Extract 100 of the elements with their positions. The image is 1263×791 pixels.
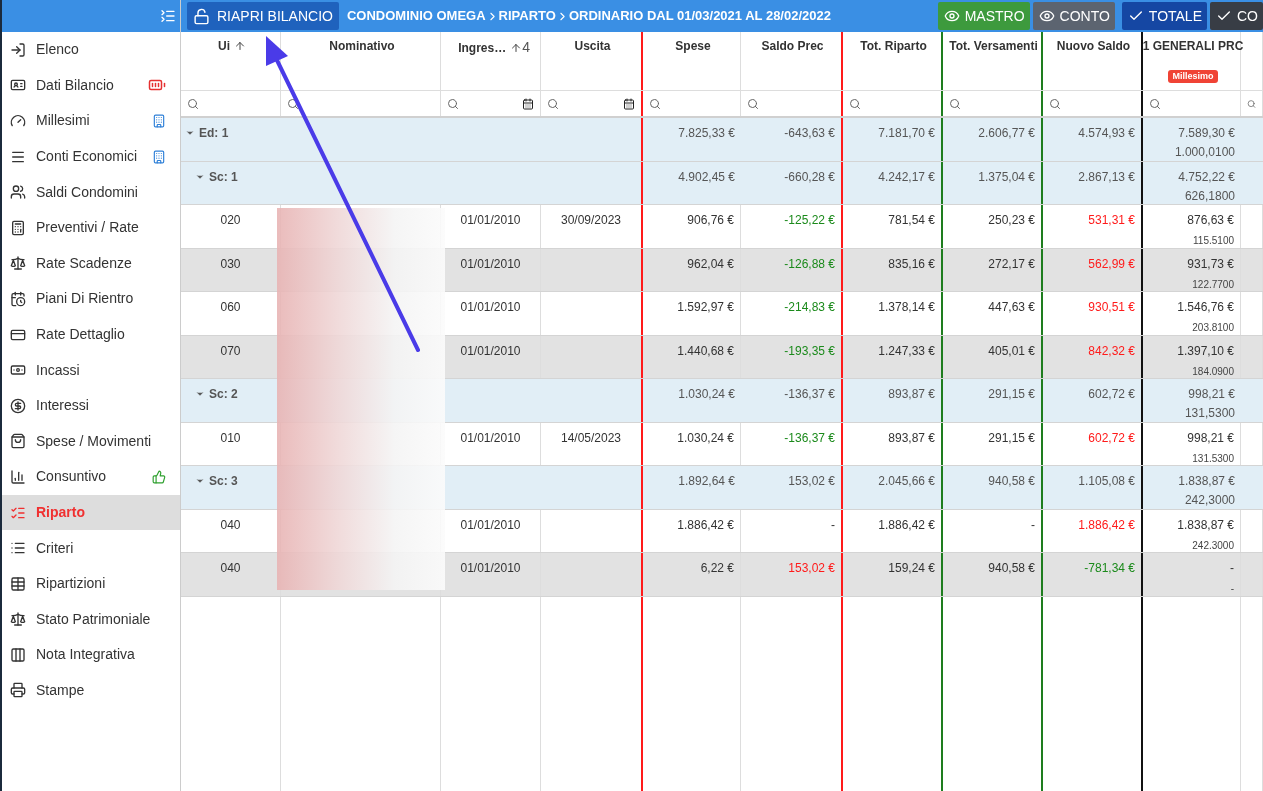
millesimi-value: 184.0900 (1192, 364, 1234, 379)
search-icon (187, 97, 199, 110)
toggle-button[interactable]: MASTRO (937, 2, 1030, 30)
millesimi-value: 626,1800 (1184, 187, 1235, 205)
sidebar-item[interactable]: Spese / Movimenti (2, 423, 180, 460)
table-cell-text: -193,35 € (784, 342, 835, 360)
table-cell-text: 1.440,68 € (677, 342, 734, 360)
sidebar-item[interactable]: Rate Scadenze (2, 245, 180, 282)
table-cell-text: 940,58 € (988, 473, 1035, 490)
collapse-menu-icon[interactable] (160, 8, 176, 24)
table-cell-text: 153,02 € (788, 473, 835, 490)
table-cell-text: 1.886,42 € (1078, 516, 1135, 534)
sidebar-item[interactable]: Preventivi / Rate (2, 209, 180, 246)
millesimi-value: 1.000,0100 (1174, 144, 1235, 161)
search-icon (287, 97, 299, 110)
table-cell-text: 01/01/2010 (460, 516, 521, 534)
amount: - (1230, 560, 1234, 577)
table-cell-text: 1.886,42 € (677, 516, 734, 534)
sidebar-item[interactable]: Stato Patrimoniale (2, 601, 180, 638)
menu-item-icon (10, 468, 26, 485)
millesimi-value: 131.5300 (1192, 451, 1234, 466)
table-cell-text: 250,23 € (988, 212, 1035, 229)
column-header[interactable]: Spese (675, 37, 711, 55)
sidebar-item[interactable]: Consuntivo (2, 459, 180, 495)
caret-icon (195, 476, 205, 486)
search-icon (747, 97, 759, 110)
table-cell-text: -136,37 € (784, 429, 835, 447)
sidebar-item[interactable]: Nota Integrativa (2, 637, 180, 673)
eye-icon (1038, 8, 1055, 24)
table-cell-text: 040 (220, 560, 241, 577)
group-label[interactable]: Ed: 1 (185, 124, 229, 142)
sidebar-item[interactable]: Conti Economici (2, 138, 180, 175)
millesimi-value: 122.7700 (1192, 277, 1234, 292)
sidebar-item[interactable]: Rate Dettaglio (2, 316, 180, 353)
sidebar-item[interactable]: Dati Bilancio (2, 67, 180, 104)
table-cell-text: -214,83 € (784, 299, 835, 316)
toggle-button[interactable]: CO (1210, 2, 1263, 30)
sidebar-item[interactable]: Ripartizioni (2, 565, 180, 602)
column-header[interactable]: 1 GENERALI PRC (1142, 37, 1244, 55)
table-cell-text: 060 (220, 299, 241, 316)
sidebar-item[interactable]: Millesimi (2, 103, 180, 139)
building-icon (152, 149, 166, 164)
group-label[interactable]: Sc: 2 (195, 385, 238, 403)
table-cell-text: 842,32 € (1088, 342, 1135, 360)
table-cell-text: 070 (220, 342, 241, 360)
table-cell-text: 893,87 € (888, 386, 935, 403)
table-cell-text: 1.105,08 € (1078, 473, 1135, 490)
table-cell-text: 010 (220, 429, 241, 447)
group-label[interactable]: Sc: 3 (195, 472, 238, 490)
millesimi-value: 115.5100 (1193, 234, 1234, 248)
table-cell-text: 01/01/2010 (460, 255, 521, 273)
menu-item-icon (10, 255, 26, 272)
calendar-icon (623, 97, 635, 110)
column-header[interactable]: Nominativo (329, 37, 395, 55)
group-label[interactable]: Sc: 1 (195, 167, 238, 186)
sidebar-item[interactable]: Stampe (2, 672, 180, 709)
column-header[interactable]: Uscita (574, 37, 611, 55)
toggle-button[interactable]: CONTO (1032, 2, 1115, 30)
toggle-button[interactable]: TOTALE (1121, 2, 1207, 30)
amount: 876,63 € (1187, 212, 1234, 229)
sidebar-item[interactable]: Criteri (2, 530, 180, 566)
search-icon (849, 97, 861, 110)
column-header[interactable]: Tot. Riparto (860, 37, 927, 55)
column-header[interactable]: Ui (218, 37, 246, 55)
reopen-budget-button[interactable]: RIAPRI BILANCIO (187, 2, 339, 30)
table-cell-text: 14/05/2023 (560, 429, 622, 447)
table-cell-text: 2.045,66 € (878, 473, 935, 490)
column-header[interactable]: Nuovo Saldo (1056, 37, 1131, 55)
table-cell-text: 562,99 € (1088, 255, 1135, 273)
search-icon (547, 97, 559, 110)
menu-item-icon (10, 41, 26, 58)
caret-icon (195, 389, 205, 399)
sidebar-item[interactable]: Incassi (2, 352, 180, 388)
column-header[interactable]: Saldo Prec (761, 37, 824, 55)
sidebar-item[interactable]: Interessi (2, 387, 180, 424)
table-cell-text: 030 (220, 255, 241, 273)
column-header[interactable]: Tot. Versamenti (949, 37, 1038, 55)
sidebar-item[interactable]: Saldi Condomini (2, 174, 180, 210)
table-cell-text: 1.886,42 € (878, 516, 935, 534)
menu-item-icon (10, 575, 26, 592)
table-cell-text: 602,72 € (1088, 429, 1135, 447)
table-cell-text: - (831, 516, 835, 534)
table-cell-text: 4.902,45 € (678, 168, 735, 186)
table-cell-text: 2.867,13 € (1078, 168, 1135, 186)
table-cell-text: 1.030,24 € (678, 386, 735, 403)
table-cell-text: 906,76 € (687, 212, 734, 229)
sidebar-item[interactable]: Elenco (2, 32, 180, 68)
table-cell-text: 291,15 € (988, 386, 1035, 403)
table-cell-text: 1.375,04 € (978, 168, 1035, 186)
sidebar-item[interactable]: Piani Di Rientro (2, 281, 180, 317)
millesimi-value: - (1230, 582, 1234, 596)
calendar-icon (522, 97, 534, 110)
menu-item-icon (10, 219, 26, 236)
table-cell-text: 01/01/2010 (460, 429, 521, 447)
amount: 998,21 € (1187, 429, 1234, 447)
millesimi-value: 242,3000 (1184, 492, 1235, 509)
column-header[interactable]: Ingres… 4 (458, 37, 540, 58)
table-cell-text: 6,22 € (700, 560, 734, 577)
amount: 1.838,87 € (1177, 516, 1234, 534)
table-cell-text: 4.242,17 € (878, 168, 935, 186)
